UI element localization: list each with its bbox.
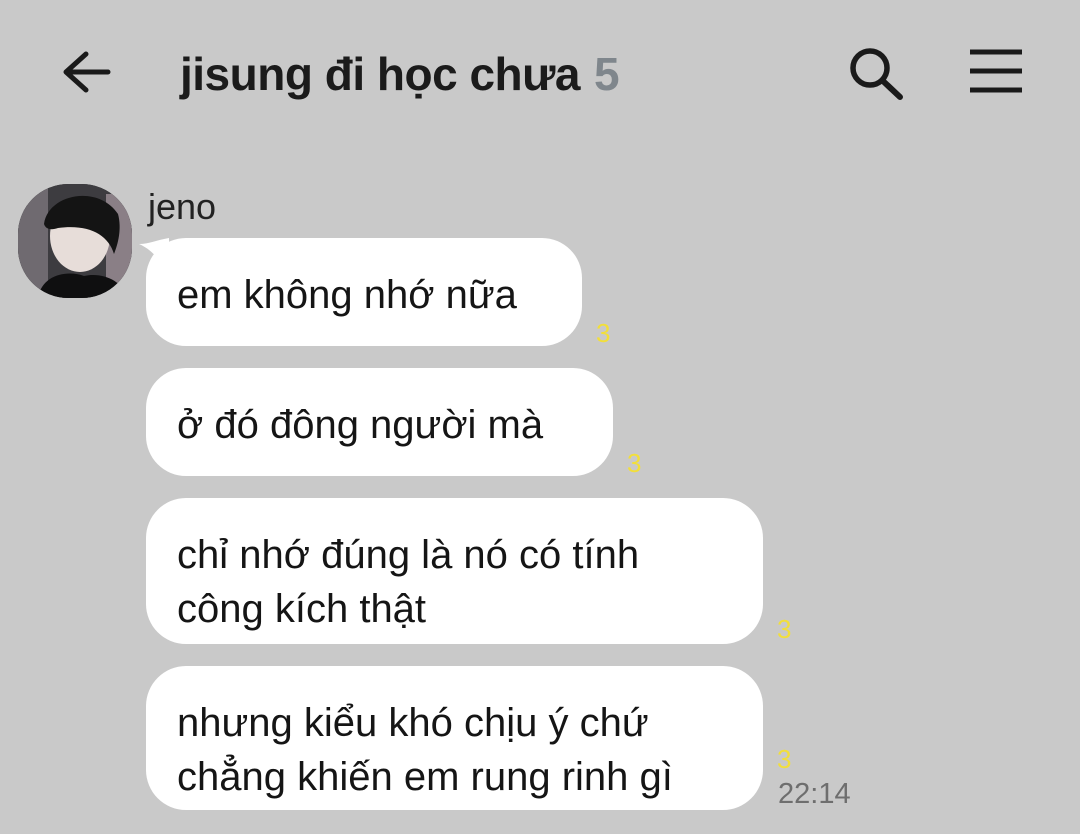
message-text-line: em không nhớ nữa: [177, 273, 517, 317]
arrow-left-icon: [63, 51, 111, 93]
back-button[interactable]: [58, 46, 114, 98]
profile-photo: [18, 184, 132, 298]
sender-avatar[interactable]: [18, 184, 132, 298]
message-text-line: chẳng khiến em rung rinh gì: [177, 755, 673, 799]
unread-count: 3: [627, 448, 642, 478]
chat-title: jisung đi học chưa: [180, 48, 581, 100]
unread-count: 3: [777, 744, 792, 774]
message-bubble[interactable]: em không nhớ nữa: [146, 238, 582, 346]
message-text-line: nhưng kiểu khó chịu ý chứ: [177, 701, 649, 745]
search-icon: [850, 48, 903, 100]
chat-title-group[interactable]: jisung đi học chưa 5: [180, 46, 620, 102]
message-bubble[interactable]: ở đó đông người mà: [146, 368, 613, 476]
unread-count: 3: [596, 318, 611, 348]
hamburger-menu-icon: [970, 49, 1022, 93]
message-text-line: chỉ nhớ đúng là nó có tính: [177, 533, 640, 577]
menu-button[interactable]: [966, 46, 1026, 96]
unread-count: 3: [777, 614, 792, 644]
message-text-line: công kích thật: [177, 587, 427, 631]
message-bubble[interactable]: chỉ nhớ đúng là nó có tính công kích thậ…: [146, 498, 763, 644]
search-button[interactable]: [846, 44, 906, 102]
message-bubble[interactable]: nhưng kiểu khó chịu ý chứ chẳng khiến em…: [146, 666, 763, 810]
member-count: 5: [594, 48, 620, 100]
message-text-line: ở đó đông người mà: [177, 403, 544, 447]
sender-name: jeno: [148, 186, 217, 227]
message-timestamp: 22:14: [778, 778, 851, 810]
chat-header: jisung đi học chưa 5: [0, 0, 1080, 150]
